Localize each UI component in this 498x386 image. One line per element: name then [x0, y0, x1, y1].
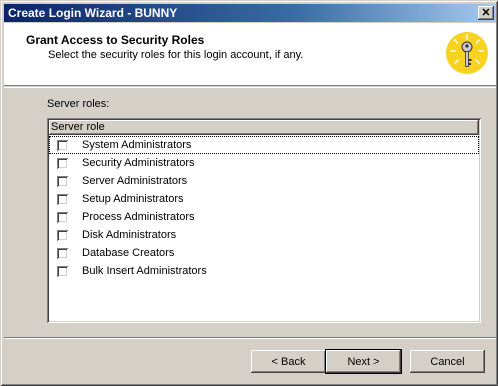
role-label: Database Creators: [82, 247, 175, 259]
server-roles-label: Server roles:: [47, 98, 110, 110]
list-item[interactable]: Process Administrators: [49, 208, 479, 226]
role-checkbox[interactable]: [57, 193, 68, 205]
role-checkbox[interactable]: [57, 247, 68, 259]
role-label: Security Administrators: [82, 157, 195, 169]
role-label: System Administrators: [82, 139, 192, 151]
close-icon: ✕: [481, 6, 491, 19]
page-subtitle: Select the security roles for this login…: [48, 49, 304, 61]
cancel-button[interactable]: Cancel: [410, 350, 485, 373]
column-header-server-role[interactable]: Server role: [49, 120, 479, 135]
role-label: Setup Administrators: [82, 193, 184, 205]
footer-divider-highlight: [4, 338, 496, 339]
role-checkbox[interactable]: [57, 211, 68, 223]
role-checkbox[interactable]: [57, 229, 68, 241]
role-label: Server Administrators: [82, 175, 188, 187]
list-item[interactable]: Setup Administrators: [49, 190, 479, 208]
page-title: Grant Access to Security Roles: [26, 33, 205, 47]
list-item[interactable]: System Administrators: [49, 136, 479, 154]
role-checkbox[interactable]: [57, 157, 68, 169]
wizard-header: Grant Access to Security Roles Select th…: [4, 23, 496, 86]
wizard-window: Create Login Wizard - BUNNY ✕ Grant Acce…: [0, 0, 498, 386]
close-button[interactable]: ✕: [478, 6, 494, 20]
list-item[interactable]: Security Administrators: [49, 154, 479, 172]
role-checkbox[interactable]: [57, 265, 68, 277]
window-title: Create Login Wizard - BUNNY: [8, 6, 178, 20]
list-item[interactable]: Bulk Insert Administrators: [49, 262, 479, 280]
role-rows: System Administrators Security Administra…: [49, 136, 479, 280]
list-item[interactable]: Database Creators: [49, 244, 479, 262]
role-checkbox[interactable]: [57, 175, 68, 187]
role-checkbox[interactable]: [57, 139, 68, 151]
back-button[interactable]: < Back: [251, 350, 326, 373]
header-divider: [4, 87, 496, 88]
list-item[interactable]: Server Administrators: [49, 172, 479, 190]
role-label: Process Administrators: [82, 211, 195, 223]
key-icon: [446, 32, 488, 74]
next-button[interactable]: Next >: [326, 350, 401, 373]
title-bar[interactable]: Create Login Wizard - BUNNY ✕: [4, 4, 496, 22]
role-label: Bulk Insert Administrators: [82, 265, 207, 277]
server-roles-list[interactable]: Server role System Administrators Securit…: [47, 118, 481, 323]
list-item[interactable]: Disk Administrators: [49, 226, 479, 244]
role-label: Disk Administrators: [82, 229, 177, 241]
